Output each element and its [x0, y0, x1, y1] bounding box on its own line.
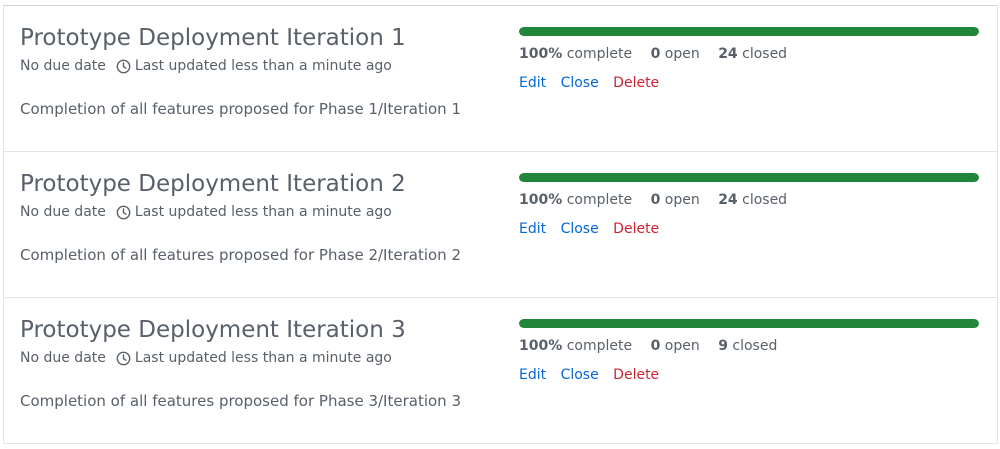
closed-label: closed — [742, 192, 788, 208]
edit-link[interactable]: Edit — [519, 75, 546, 91]
percent-complete-label: complete — [566, 192, 633, 208]
milestone-info: Prototype Deployment Iteration 3 No due … — [20, 315, 500, 411]
milestone-description: Completion of all features proposed for … — [20, 100, 461, 118]
milestone-meta: No due date Last updated less than a min… — [20, 349, 500, 367]
percent-complete-label: complete — [566, 46, 633, 62]
edit-link[interactable]: Edit — [519, 221, 546, 237]
delete-link[interactable]: Delete — [613, 75, 659, 91]
delete-link[interactable]: Delete — [613, 221, 659, 237]
progress-bar — [519, 319, 979, 328]
closed-count: 9 — [718, 338, 728, 354]
milestone-item: Prototype Deployment Iteration 3 No due … — [4, 298, 997, 444]
closed-label: closed — [742, 46, 788, 62]
percent-complete-value: 100% — [519, 338, 563, 354]
open-label: open — [664, 338, 700, 354]
milestone-info: Prototype Deployment Iteration 1 No due … — [20, 23, 500, 119]
progress-bar — [519, 173, 979, 182]
close-link[interactable]: Close — [561, 221, 599, 237]
progress-fill — [519, 27, 979, 36]
percent-complete-value: 100% — [519, 192, 563, 208]
clock-icon — [116, 205, 131, 220]
edit-link[interactable]: Edit — [519, 367, 546, 383]
milestone-stats: 100% complete 0 open 24 closed — [519, 191, 979, 209]
open-count: 0 — [650, 338, 661, 354]
last-updated: Last updated less than a minute ago — [134, 58, 392, 74]
milestone-actions: Edit Close Delete — [519, 74, 979, 92]
percent-complete-value: 100% — [519, 46, 563, 62]
progress-bar — [519, 27, 979, 36]
delete-link[interactable]: Delete — [613, 367, 659, 383]
last-updated: Last updated less than a minute ago — [134, 350, 392, 366]
milestone-meta: No due date Last updated less than a min… — [20, 57, 500, 75]
percent-complete-label: complete — [566, 338, 633, 354]
milestone-title[interactable]: Prototype Deployment Iteration 1 — [20, 23, 500, 53]
milestone-list: Prototype Deployment Iteration 1 No due … — [3, 5, 998, 444]
open-label: open — [664, 46, 700, 62]
milestone-title[interactable]: Prototype Deployment Iteration 3 — [20, 315, 500, 345]
closed-label: closed — [732, 338, 778, 354]
progress-fill — [519, 173, 979, 182]
milestone-progress: 100% complete 0 open 24 closed Edit Clos… — [519, 173, 979, 238]
milestone-stats: 100% complete 0 open 9 closed — [519, 337, 979, 355]
milestone-description: Completion of all features proposed for … — [20, 246, 461, 264]
milestone-actions: Edit Close Delete — [519, 366, 979, 384]
clock-icon — [116, 59, 131, 74]
open-count: 0 — [650, 46, 661, 62]
close-link[interactable]: Close — [561, 75, 599, 91]
close-link[interactable]: Close — [561, 367, 599, 383]
milestone-actions: Edit Close Delete — [519, 220, 979, 238]
open-label: open — [664, 192, 700, 208]
due-date: No due date — [20, 204, 106, 220]
due-date: No due date — [20, 350, 106, 366]
clock-icon — [116, 351, 131, 366]
milestone-progress: 100% complete 0 open 24 closed Edit Clos… — [519, 27, 979, 92]
last-updated: Last updated less than a minute ago — [134, 204, 392, 220]
milestone-progress: 100% complete 0 open 9 closed Edit Close… — [519, 319, 979, 384]
milestone-item: Prototype Deployment Iteration 2 No due … — [4, 152, 997, 298]
milestone-description: Completion of all features proposed for … — [20, 392, 461, 410]
closed-count: 24 — [718, 192, 738, 208]
milestone-title[interactable]: Prototype Deployment Iteration 2 — [20, 169, 500, 199]
open-count: 0 — [650, 192, 661, 208]
progress-fill — [519, 319, 979, 328]
milestone-info: Prototype Deployment Iteration 2 No due … — [20, 169, 500, 265]
closed-count: 24 — [718, 46, 738, 62]
milestone-meta: No due date Last updated less than a min… — [20, 203, 500, 221]
milestone-item: Prototype Deployment Iteration 1 No due … — [4, 6, 997, 152]
due-date: No due date — [20, 58, 106, 74]
milestone-stats: 100% complete 0 open 24 closed — [519, 45, 979, 63]
